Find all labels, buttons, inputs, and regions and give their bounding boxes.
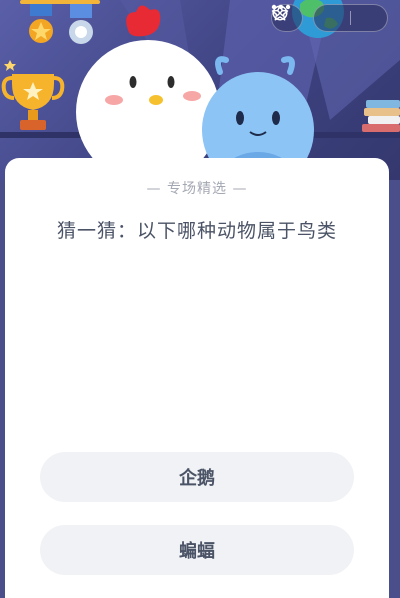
answer-option-2[interactable]: 蝙蝠 [40, 525, 354, 575]
section-label: — 专场精选 — [146, 181, 248, 197]
top-actions [271, 4, 388, 32]
close-icon [272, 5, 288, 21]
answer-option-1[interactable]: 企鹅 [40, 452, 354, 502]
menu-capsule [271, 4, 388, 32]
quiz-card: — 专场精选 — 猜一猜：以下哪种动物属于鸟类 企鹅 蝙蝠 [5, 158, 389, 598]
question-text: 猜一猜：以下哪种动物属于鸟类 [56, 220, 337, 242]
hero-banner [0, 0, 400, 180]
books-icon [362, 100, 400, 132]
close-button[interactable] [272, 5, 387, 31]
medal-icon [29, 0, 53, 43]
more-button[interactable] [271, 4, 350, 31]
trophy-icon [1, 60, 65, 130]
chicken-mascot [76, 5, 220, 180]
gear-medal-icon [69, 0, 93, 44]
